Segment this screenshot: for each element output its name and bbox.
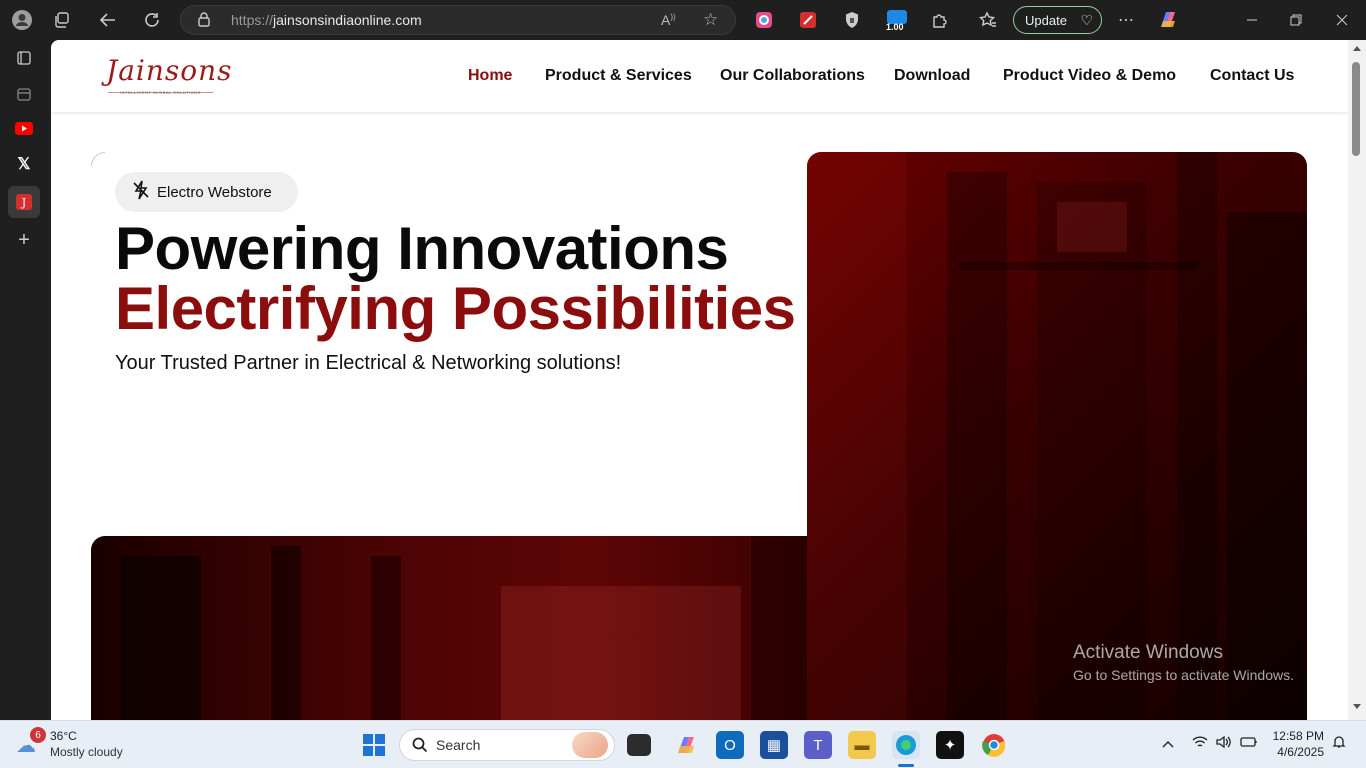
file-explorer-icon[interactable]: ▬ [848,731,876,759]
taskbar-clock[interactable]: 12:58 PM 4/6/2025 [1270,728,1324,760]
scrollbar-thumb[interactable] [1352,62,1360,156]
task-view-icon[interactable] [627,734,651,756]
new-tab-plus-icon[interactable]: + [12,228,36,252]
tab-actions-icon[interactable] [12,46,36,70]
read-aloud-icon[interactable]: A)) [661,12,676,28]
nav-contact-us[interactable]: Contact Us [1210,67,1294,85]
activate-windows-watermark: Activate Windows Go to Settings to activ… [1073,642,1294,683]
copilot-taskbar-icon[interactable] [672,731,700,759]
site-logo[interactable]: Jainsons INTELLIGENT GLOBAL SOLUTIONS [106,54,232,100]
nav-home[interactable]: Home [468,67,512,85]
more-menu-icon[interactable]: ⋯ [1114,8,1138,32]
notifications-icon[interactable] [1332,735,1346,752]
close-icon[interactable] [1330,8,1354,32]
capcut-icon[interactable]: ✦ [936,731,964,759]
url-text[interactable]: https://jainsonsindiaonline.com [231,12,422,28]
hero-image-equipment [91,536,807,720]
minimize-icon[interactable] [1240,8,1264,32]
lightning-bolt-icon [133,180,149,205]
clock-time: 12:58 PM [1272,729,1324,743]
workspaces-icon[interactable] [50,8,74,32]
profile-icon[interactable] [10,8,34,32]
nav-products-services[interactable]: Product & Services [545,67,692,85]
pill-label: Electro Webstore [157,183,272,201]
tab-favicon-x-icon[interactable]: 𝕏 [12,152,36,176]
refresh-icon[interactable] [140,8,164,32]
tab-favicon-calendar-icon[interactable] [12,82,36,106]
taskbar-search[interactable]: Search [399,729,615,761]
battery-icon[interactable] [1240,735,1258,751]
extension-pen-icon[interactable] [796,8,820,32]
start-windows-icon[interactable] [360,731,388,759]
tab-favicon-jainsons-icon[interactable]: J [8,186,40,218]
lock-icon[interactable] [197,11,217,30]
weather-temp: 36°C [50,729,77,743]
search-placeholder: Search [436,737,481,753]
outlook-icon[interactable]: O [716,731,744,759]
scroll-down-arrow-icon[interactable] [1353,704,1361,709]
search-highlight-image [572,732,608,758]
extension-speed-icon[interactable]: 1.00 [884,8,910,32]
weather-badge: 6 [30,727,46,743]
extensions-puzzle-icon[interactable] [928,8,952,32]
nav-download[interactable]: Download [894,67,970,85]
web-page: Jainsons INTELLIGENT GLOBAL SOLUTIONS Ho… [51,40,1348,720]
microsoft-store-icon[interactable]: ▦ [760,731,788,759]
electro-webstore-pill[interactable]: Electro Webstore [115,172,298,212]
browser-sidebar: 𝕏 J + [0,40,48,720]
volume-icon[interactable] [1216,735,1232,752]
back-icon[interactable] [96,8,120,32]
shield-icon[interactable] [840,8,864,32]
tab-favicon-youtube-icon[interactable] [12,116,36,140]
copilot-icon[interactable] [1156,8,1180,32]
browser-toolbar: https://jainsonsindiaonline.com A)) ☆ 1.… [0,0,1366,40]
windows-taskbar: ☁ 6 36°C Mostly cloudy Search O ▦ T ▬ ✦ … [0,720,1366,768]
hero-headline-line1: Powering Innovations [115,215,729,282]
tray-chevron-up-icon[interactable] [1162,735,1174,751]
extension-colorful-icon[interactable] [752,8,776,32]
search-icon [412,737,428,753]
chrome-icon[interactable] [980,731,1008,759]
scroll-up-arrow-icon[interactable] [1353,46,1361,51]
edge-browser-icon[interactable] [892,731,920,759]
teams-icon[interactable]: T [804,731,832,759]
nav-collaborations[interactable]: Our Collaborations [720,67,865,85]
nav-product-video-demo[interactable]: Product Video & Demo [1003,67,1176,85]
restore-icon[interactable] [1284,8,1308,32]
hero-image-server-room [807,152,1307,720]
watermark-subtitle: Go to Settings to activate Windows. [1073,667,1294,683]
watermark-title: Activate Windows [1073,642,1223,663]
favorite-star-icon[interactable]: ☆ [703,10,718,30]
hero-headline-line2: Electrifying Possibilities [115,275,796,342]
weather-desc: Mostly cloudy [50,745,123,759]
hero-subtext: Your Trusted Partner in Electrical & Net… [115,352,622,374]
active-app-indicator [898,764,914,767]
heart-pulse-icon: ♡ [1080,12,1093,28]
site-header: Jainsons INTELLIGENT GLOBAL SOLUTIONS Ho… [51,40,1348,112]
page-scrollbar[interactable] [1348,40,1366,720]
favorites-icon[interactable] [976,8,1000,32]
clock-date: 4/6/2025 [1277,745,1324,759]
wifi-icon[interactable] [1192,735,1208,751]
update-button[interactable]: Update ♡ [1013,6,1102,34]
address-bar[interactable]: https://jainsonsindiaonline.com A)) ☆ [180,5,736,35]
